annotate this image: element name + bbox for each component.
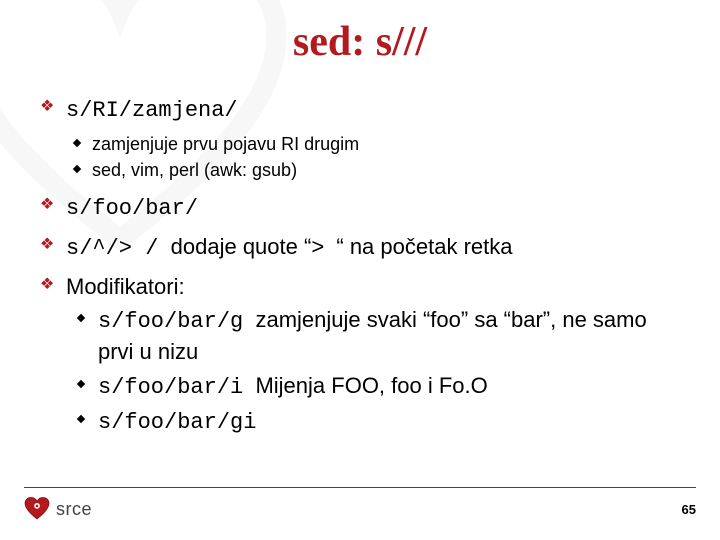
brand-heart-icon bbox=[24, 496, 50, 522]
sub-item-2: s/foo/bar/gi bbox=[66, 406, 684, 438]
brand-text: srce bbox=[56, 499, 92, 520]
slide-content: sed: s/// s/RI/zamjena/zamjenjuje prvu p… bbox=[0, 0, 720, 438]
slide-title: sed: s/// bbox=[36, 18, 684, 66]
bullet-list: s/RI/zamjena/zamjenjuje prvu pojavu RI d… bbox=[36, 94, 684, 438]
slide-footer: srce 65 bbox=[24, 487, 696, 522]
sub-item-2: s/foo/bar/i Mijenja FOO, foo i Fo.O bbox=[66, 371, 684, 403]
sub-item: sed, vim, perl (awk: gsub) bbox=[66, 158, 684, 182]
sub-item-2: s/foo/bar/g zamjenjuje svaki “foo” sa “b… bbox=[66, 305, 684, 366]
sub-item: zamjenjuje prvu pojavu RI drugim bbox=[66, 132, 684, 156]
bullet-item: s/^/> / dodaje quote “> “ na početak ret… bbox=[36, 232, 684, 264]
bullet-text: Modifikatori: bbox=[66, 274, 185, 299]
bullet-item: s/RI/zamjena/zamjenjuje prvu pojavu RI d… bbox=[36, 94, 684, 182]
sub-list-2: s/foo/bar/g zamjenjuje svaki “foo” sa “b… bbox=[66, 305, 684, 438]
brand: srce bbox=[24, 496, 92, 522]
bullet-text: s/foo/bar/ bbox=[66, 194, 198, 219]
bullet-item: s/foo/bar/ bbox=[36, 192, 684, 224]
bullet-item: Modifikatori: s/foo/bar/g zamjenjuje svak… bbox=[36, 272, 684, 438]
page-number: 65 bbox=[682, 502, 696, 517]
bullet-text: s/^/> / dodaje quote “> “ na početak ret… bbox=[66, 234, 512, 259]
sub-list: zamjenjuje prvu pojavu RI drugimsed, vim… bbox=[66, 132, 684, 183]
bullet-text: s/RI/zamjena/ bbox=[66, 96, 238, 121]
